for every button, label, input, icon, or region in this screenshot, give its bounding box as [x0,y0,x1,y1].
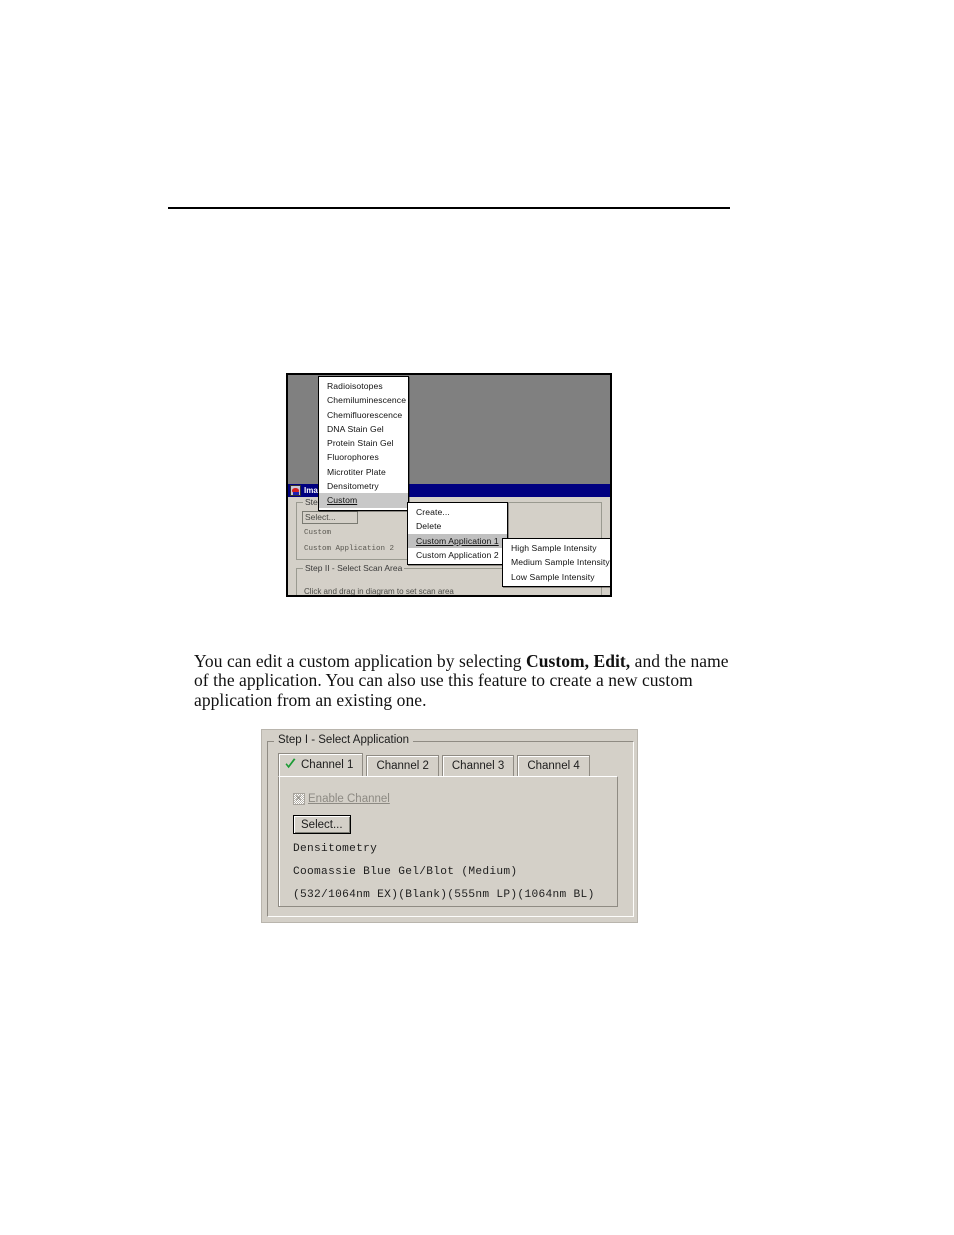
tab-channel-3[interactable]: Channel 3 [441,755,515,776]
header-divider [168,207,730,209]
menu-item-chemiluminescence[interactable]: Chemiluminescence [319,393,408,407]
sample-intensity-submenu[interactable]: High Sample Intensity Medium Sample Inte… [502,538,610,587]
tab-channel-4[interactable]: Channel 4 [517,755,590,776]
groupbox-select-application-legend: Step I - Select Application [274,734,414,746]
current-application-line2: Custom Application 2 [304,545,395,553]
application-description-line-2: Coomassie Blue Gel/Blot (Medium) [293,866,518,878]
checkmark-icon [285,758,296,769]
custom-submenu[interactable]: Create... Delete Custom Application 1 Cu… [407,502,508,566]
menu-item-densitometry[interactable]: Densitometry [319,479,408,493]
submenu-item-high-sample-intensity[interactable]: High Sample Intensity [503,541,610,555]
enable-channel-label: Enable Channel [308,793,390,805]
step2-hint-text: Click and drag in diagram to set scan ar… [304,587,454,596]
tab-channel-1-label: Channel 1 [301,759,354,771]
tab-channel-1[interactable]: Channel 1 [278,753,364,776]
application-type-menu[interactable]: Radioisotopes Chemiluminescence Chemiflu… [318,376,409,511]
channel-1-tabpanel: Enable Channel Select... Densitometry Co… [278,776,618,907]
paragraph-part-1: You can edit a custom application by sel… [194,650,527,671]
current-application-line1: Custom [304,529,332,537]
submenu-item-medium-sample-intensity[interactable]: Medium Sample Intensity [503,555,610,569]
submenu-item-custom-application-1[interactable]: Custom Application 1 [408,533,507,548]
enable-channel-row[interactable]: Enable Channel [293,791,390,805]
body-paragraph: You can edit a custom application by sel… [194,650,739,711]
menu-item-microtiter-plate[interactable]: Microtiter Plate [319,465,408,479]
tab-channel-3-label: Channel 3 [451,760,505,772]
groupbox-step2-legend: Step II - Select Scan Area [303,563,405,573]
submenu-item-delete[interactable]: Delete [408,519,507,533]
enable-channel-checkbox[interactable] [293,791,305,805]
menu-item-chemifluorescence[interactable]: Chemifluorescence [319,408,408,422]
channel-tabstrip: Channel 1 Channel 2 Channel 3 Channel 4 [278,753,593,776]
select-button-background[interactable]: Select... [302,511,358,524]
menu-item-radioisotopes[interactable]: Radioisotopes [319,379,408,393]
tab-channel-2-label: Channel 2 [376,760,429,772]
menu-item-fluorophores[interactable]: Fluorophores [319,450,408,464]
submenu-item-low-sample-intensity[interactable]: Low Sample Intensity [503,570,610,584]
select-application-button[interactable]: Select... [293,815,351,834]
menu-item-custom[interactable]: Custom [319,493,408,508]
application-description-line-3: (532/1064nm EX)(Blank)(555nm LP)(1064nm … [293,889,595,901]
figure-cascading-menu-screenshot: Ima Step Select... Custom Custom Applica… [286,373,612,597]
figure-select-application-panel: Step I - Select Application Channel 1 Ch… [261,729,638,923]
submenu-item-custom-application-2[interactable]: Custom Application 2 [408,548,507,562]
menu-item-protein-stain-gel[interactable]: Protein Stain Gel [319,436,408,450]
tab-channel-2[interactable]: Channel 2 [366,755,439,776]
paragraph-bold-custom-edit: Custom, Edit, [526,650,631,671]
submenu-item-create[interactable]: Create... [408,505,507,519]
application-description-line-1: Densitometry [293,843,378,855]
tab-channel-4-label: Channel 4 [527,760,580,772]
window-title: Ima [304,485,318,495]
imagequant-app-icon [290,485,301,496]
menu-item-dna-stain-gel[interactable]: DNA Stain Gel [319,422,408,436]
